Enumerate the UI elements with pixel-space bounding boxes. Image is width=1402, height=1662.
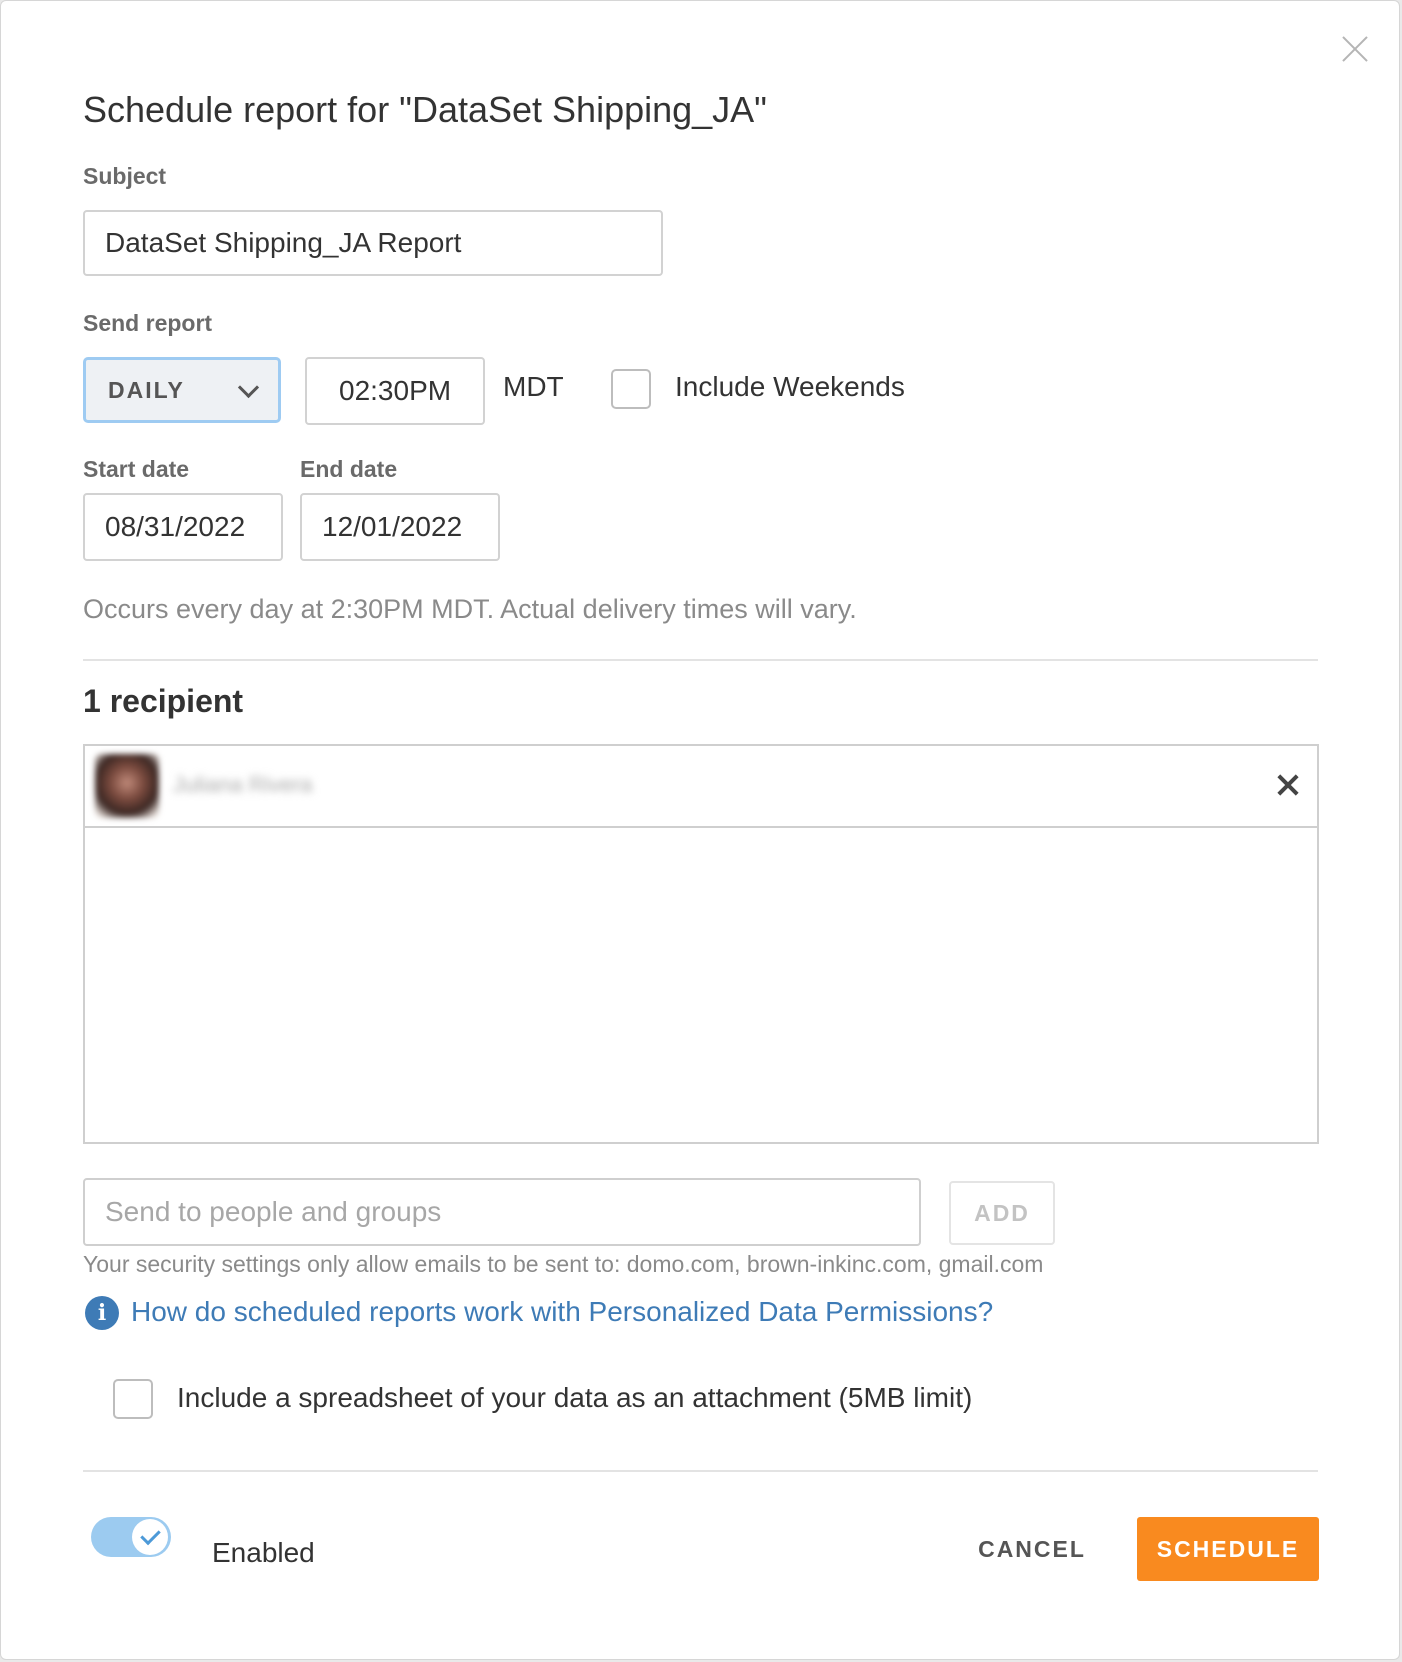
- end-date-label: End date: [300, 456, 398, 482]
- send-report-label: Send report: [83, 310, 213, 336]
- close-icon[interactable]: [1337, 31, 1373, 67]
- start-date-label: Start date: [83, 456, 190, 482]
- remove-recipient-icon[interactable]: [1275, 772, 1301, 798]
- time-value: 02:30PM: [339, 375, 452, 406]
- schedule-button[interactable]: SCHEDULE: [1137, 1517, 1319, 1581]
- schedule-report-dialog: Schedule report for "DataSet Shipping_JA…: [0, 0, 1400, 1660]
- attachment-checkbox[interactable]: [113, 1379, 153, 1419]
- info-icon: i: [85, 1296, 119, 1330]
- include-weekends-label: Include Weekends: [675, 371, 905, 402]
- time-input[interactable]: 02:30PM: [305, 357, 485, 425]
- include-weekends-checkbox[interactable]: [611, 369, 651, 409]
- subject-value: DataSet Shipping_JA Report: [105, 227, 462, 258]
- subject-input[interactable]: DataSet Shipping_JA Report: [83, 210, 663, 276]
- start-date-value: 08/31/2022: [105, 511, 246, 542]
- attachment-label: Include a spreadsheet of your data as an…: [177, 1382, 973, 1413]
- check-icon: [139, 1524, 161, 1546]
- start-date-input[interactable]: 08/31/2022: [83, 493, 283, 561]
- toggle-knob: [132, 1519, 168, 1555]
- frequency-value: DAILY: [108, 376, 185, 403]
- enabled-label: Enabled: [212, 1537, 315, 1568]
- recipient-name: Juliana Rivera: [173, 772, 313, 797]
- frequency-select[interactable]: DAILY: [83, 357, 281, 423]
- enabled-toggle[interactable]: [91, 1517, 171, 1557]
- security-note: Your security settings only allow emails…: [83, 1251, 1044, 1277]
- timezone-label: MDT: [503, 371, 564, 402]
- dialog-title: Schedule report for "DataSet Shipping_JA…: [83, 89, 767, 130]
- avatar: [95, 754, 159, 818]
- chevron-down-icon: [237, 376, 260, 399]
- add-button[interactable]: ADD: [949, 1181, 1055, 1245]
- recipient-list: Juliana Rivera: [83, 744, 1319, 1144]
- end-date-value: 12/01/2022: [322, 511, 463, 542]
- schedule-summary: Occurs every day at 2:30PM MDT. Actual d…: [83, 594, 857, 624]
- cancel-button[interactable]: CANCEL: [969, 1517, 1095, 1581]
- send-to-input[interactable]: [83, 1178, 921, 1246]
- footer-divider: [83, 1470, 1318, 1472]
- list-item: Juliana Rivera: [85, 746, 1317, 828]
- permissions-help-link[interactable]: How do scheduled reports work with Perso…: [131, 1296, 993, 1328]
- section-divider: [83, 659, 1318, 661]
- subject-label: Subject: [83, 163, 167, 189]
- end-date-input[interactable]: 12/01/2022: [300, 493, 500, 561]
- recipient-count: 1 recipient: [83, 683, 244, 719]
